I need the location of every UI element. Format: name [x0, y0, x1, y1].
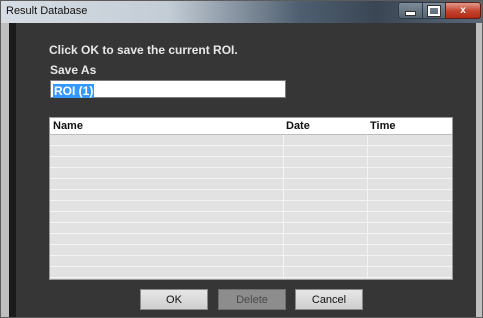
- window-title: Result Database: [6, 5, 88, 17]
- column-header-date[interactable]: Date: [286, 120, 310, 132]
- dialog-body: Click OK to save the current ROI. Save A…: [9, 23, 476, 317]
- table-row[interactable]: [50, 135, 452, 146]
- column-header-name[interactable]: Name: [53, 120, 83, 132]
- save-as-input[interactable]: ROI (1): [50, 80, 286, 98]
- delete-button[interactable]: Delete: [218, 289, 286, 310]
- table-row[interactable]: [50, 245, 452, 256]
- column-header-time[interactable]: Time: [370, 120, 395, 132]
- maximize-icon: [428, 5, 440, 16]
- table-row[interactable]: [50, 190, 452, 201]
- close-icon: x: [460, 5, 466, 16]
- table-row[interactable]: [50, 157, 452, 168]
- result-database-window: Result Database x Click OK to save the c…: [0, 0, 483, 318]
- table-row[interactable]: [50, 267, 452, 278]
- table-row[interactable]: [50, 212, 452, 223]
- ok-button[interactable]: OK: [140, 289, 208, 310]
- results-table[interactable]: Name Date Time: [49, 117, 453, 280]
- save-prompt: Click OK to save the current ROI.: [49, 43, 238, 57]
- save-as-label: Save As: [50, 63, 97, 77]
- table-row[interactable]: [50, 201, 452, 212]
- table-rows: [50, 135, 452, 278]
- title-bar[interactable]: Result Database x: [1, 1, 482, 23]
- maximize-button[interactable]: [422, 2, 446, 19]
- table-row[interactable]: [50, 234, 452, 245]
- table-row[interactable]: [50, 256, 452, 267]
- save-as-value: ROI (1): [53, 84, 95, 98]
- table-header: Name Date Time: [50, 118, 452, 135]
- table-row[interactable]: [50, 146, 452, 157]
- cancel-button[interactable]: Cancel: [295, 289, 363, 310]
- table-row[interactable]: [50, 223, 452, 234]
- left-edge: [9, 23, 16, 317]
- minimize-button[interactable]: [398, 2, 423, 19]
- close-button[interactable]: x: [445, 2, 481, 19]
- table-row[interactable]: [50, 168, 452, 179]
- table-row[interactable]: [50, 179, 452, 190]
- minimize-icon: [405, 10, 416, 16]
